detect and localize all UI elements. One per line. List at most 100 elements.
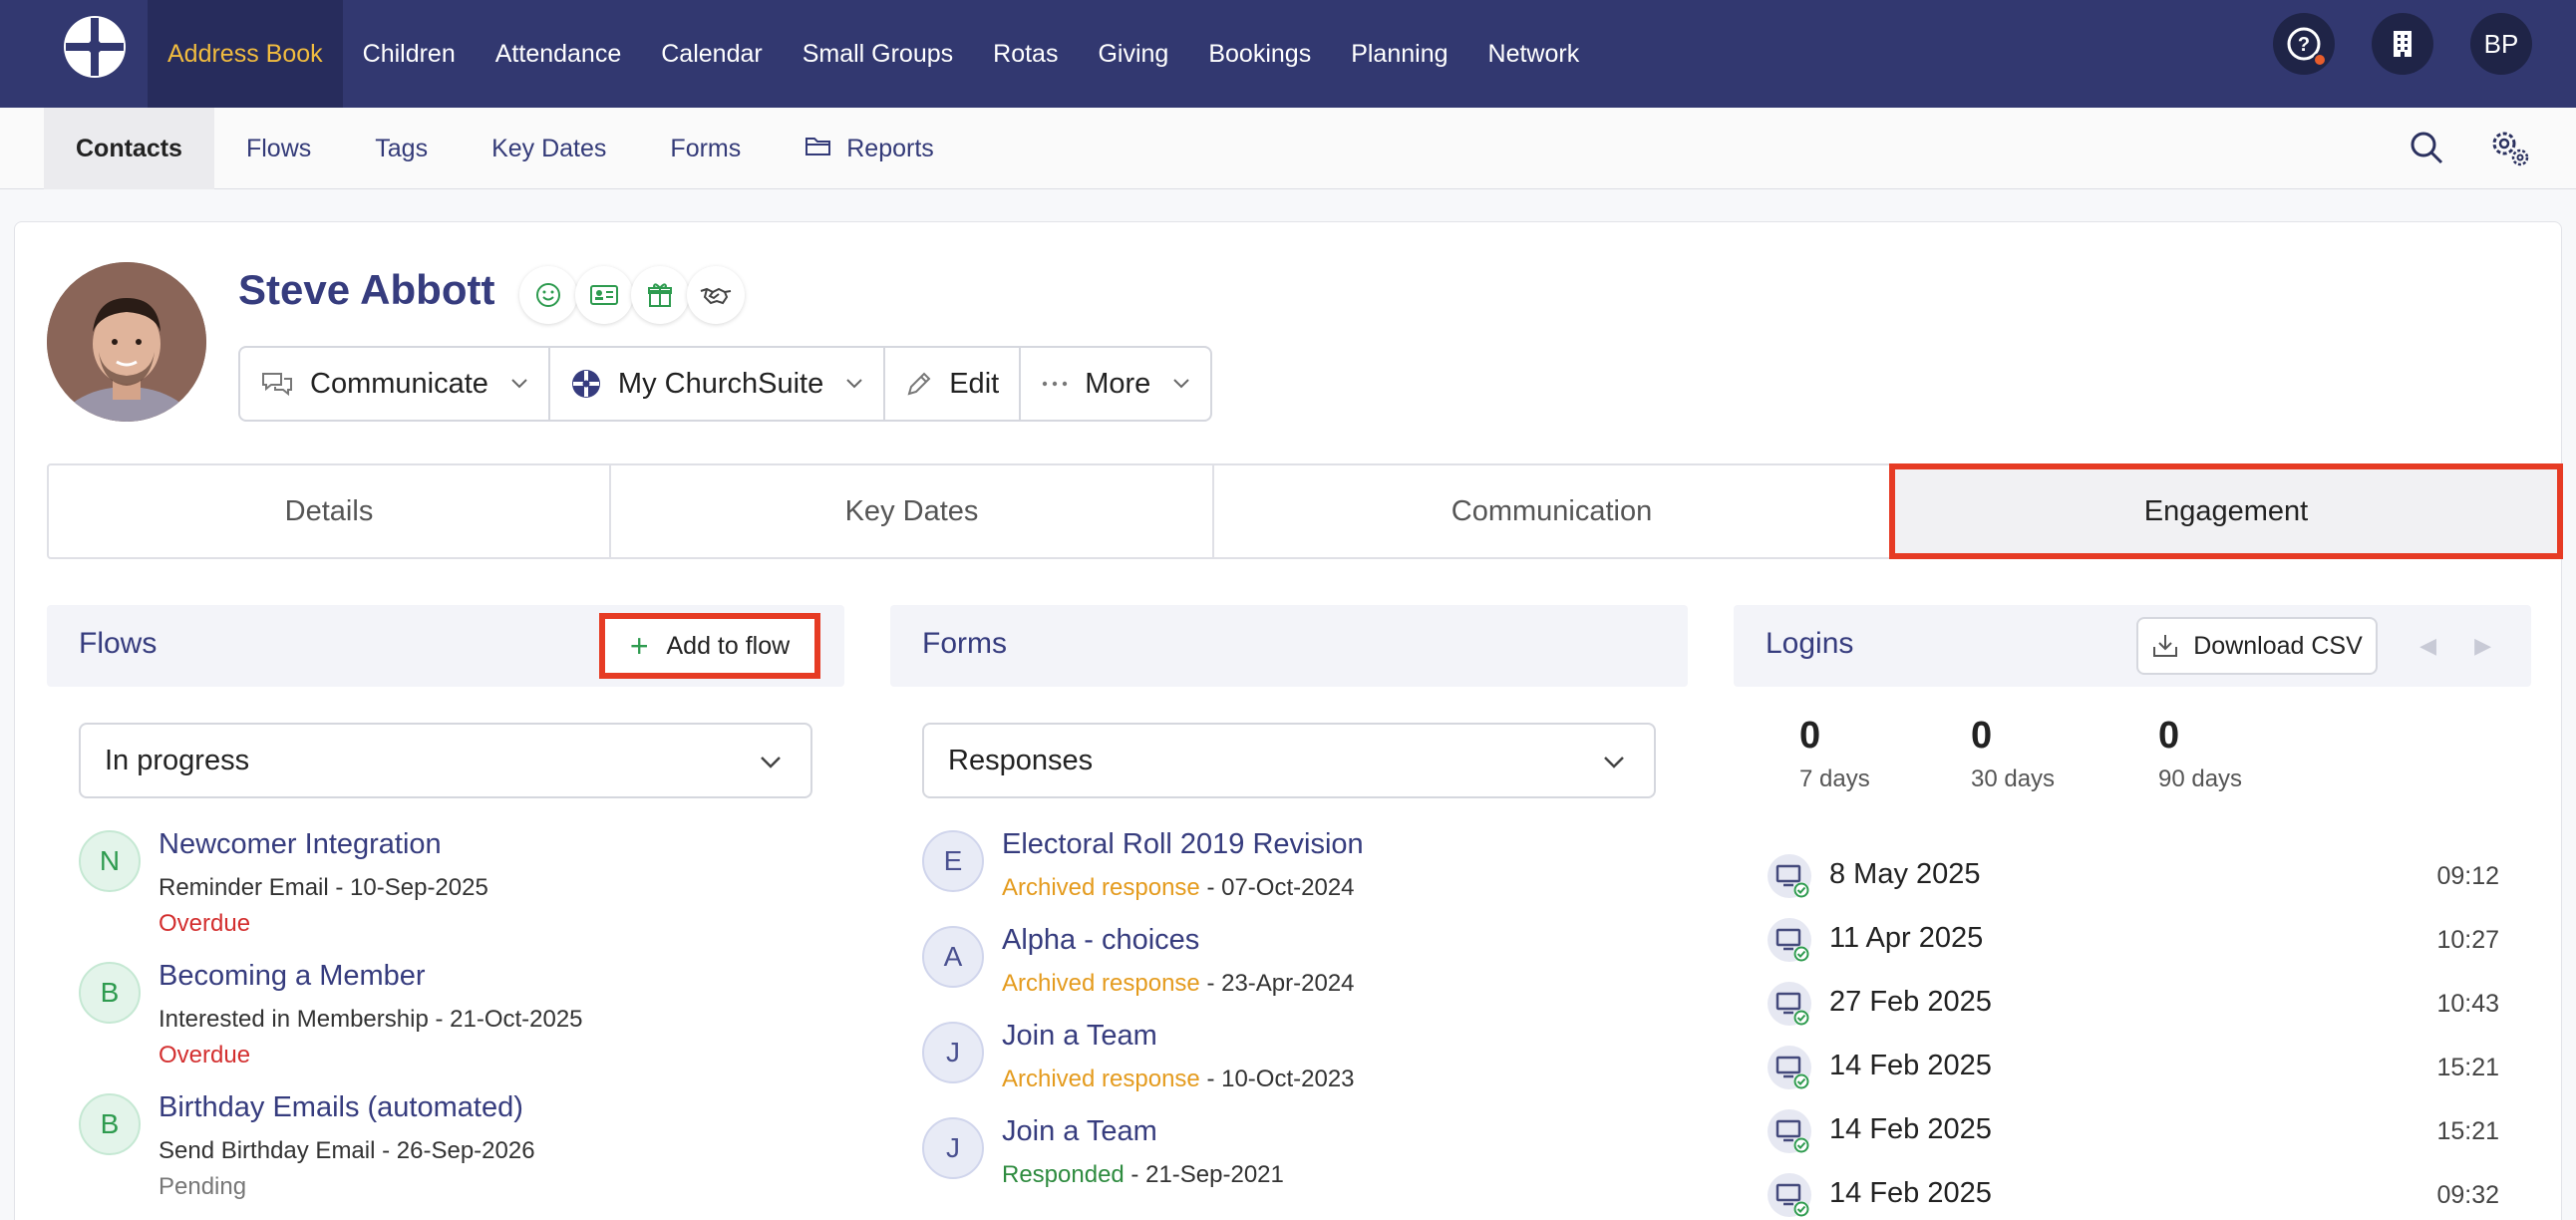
forms-header: Forms [890,605,1688,687]
chat-icon [260,370,294,398]
subnav-forms[interactable]: Forms [638,108,773,189]
chevron-down-icon [1172,378,1190,390]
form-title-link[interactable]: Join a Team [1002,1020,1157,1053]
flows-list: N Newcomer Integration Reminder Email - … [79,826,836,1220]
folder-icon [805,135,832,163]
nav-calendar[interactable]: Calendar [641,0,782,108]
subnav-contacts[interactable]: Contacts [44,108,214,189]
flow-title-link[interactable]: Becoming a Member [159,960,426,993]
my-churchsuite-button[interactable]: My ChurchSuite [550,348,886,420]
flows-title: Flows [79,627,158,660]
main-nav: Address Book Children Attendance Calenda… [148,0,1599,108]
help-button[interactable]: ? [2273,13,2335,75]
form-title-link[interactable]: Electoral Roll 2019 Revision [1002,828,1364,861]
edit-button[interactable]: Edit [885,348,1022,420]
nav-children[interactable]: Children [343,0,476,108]
form-response-info: Archived response - 10-Oct-2023 [1002,1066,1355,1093]
churchsuite-icon [570,368,602,400]
forms-panel: Forms Responses E Electoral Roll 2019 Re… [890,605,1688,1188]
form-title-link[interactable]: Alpha - choices [1002,924,1199,957]
communicate-button[interactable]: Communicate [240,348,550,420]
download-csv-button[interactable]: Download CSV [2136,617,2378,675]
my-churchsuite-label: My ChurchSuite [617,367,824,400]
contact-avatar [47,262,206,422]
form-date: - 21-Sep-2021 [1124,1161,1284,1188]
next-page-icon[interactable]: ▶ [2474,633,2491,659]
tab-engagement[interactable]: Engagement [1889,463,2563,559]
subnav-reports-label: Reports [846,134,934,162]
id-card-icon[interactable] [575,266,633,324]
tab-communication[interactable]: Communication [1214,465,1891,557]
pencil-icon [905,370,933,398]
form-date: - 07-Oct-2024 [1199,874,1355,901]
logins-list: 8 May 2025 09:12 11 Apr 2025 10:27 27 Fe… [1766,848,2499,1220]
flow-letter-badge: B [79,1093,141,1155]
login-date: 27 Feb 2025 [1829,986,1992,1018]
flows-header: Flows + Add to flow [47,605,844,687]
nav-attendance[interactable]: Attendance [476,0,642,108]
subnav-key-dates[interactable]: Key Dates [460,108,638,189]
more-button[interactable]: More [1021,348,1210,420]
search-button[interactable] [2405,126,2448,169]
form-letter-badge: J [922,1022,984,1083]
organisation-button[interactable] [2372,13,2433,75]
stat-label: 7 days [1799,765,1870,792]
login-date: 11 Apr 2025 [1829,922,1984,954]
list-item: J Join a Team Archived response - 10-Oct… [922,1018,1680,1113]
handshake-icon[interactable] [687,266,745,324]
notification-dot [2313,53,2327,67]
forms-filter-select[interactable]: Responses [922,723,1656,798]
previous-page-icon[interactable]: ◀ [2419,633,2436,659]
computer-login-icon [1768,918,1811,962]
subnav-tags[interactable]: Tags [343,108,460,189]
subnav-reports[interactable]: Reports [773,108,966,189]
login-stat-7-days: 0 7 days [1799,715,1870,793]
tab-details[interactable]: Details [49,465,611,557]
flow-title-link[interactable]: Birthday Emails (automated) [159,1091,523,1124]
list-item: N Newcomer Integration Reminder Email - … [79,826,836,958]
login-time: 15:21 [2436,1117,2499,1145]
churchsuite-logo-icon[interactable] [62,14,128,80]
nav-network[interactable]: Network [1468,0,1600,108]
smile-icon[interactable] [519,266,577,324]
tab-key-dates[interactable]: Key Dates [611,465,1214,557]
add-to-flow-button[interactable]: + Add to flow [599,613,820,679]
edit-label: Edit [949,367,1000,400]
subnav-flows[interactable]: Flows [214,108,343,189]
flow-title-link[interactable]: Newcomer Integration [159,828,442,861]
plus-icon: + [629,628,649,664]
login-date: 8 May 2025 [1829,858,1981,890]
user-avatar-button[interactable]: BP [2470,13,2532,75]
stat-value: 0 [1971,715,1993,757]
chevron-down-icon [759,747,783,784]
nav-small-groups[interactable]: Small Groups [783,0,973,108]
form-date: - 10-Oct-2023 [1199,1066,1355,1092]
nav-planning[interactable]: Planning [1331,0,1467,108]
nav-bookings[interactable]: Bookings [1188,0,1331,108]
login-row: 27 Feb 2025 10:43 [1766,976,2499,1040]
login-row: 14 Feb 2025 15:21 [1766,1040,2499,1103]
form-response-info: Responded - 21-Sep-2021 [1002,1161,1284,1189]
logins-panel: Logins Download CSV ◀ ▶ 0 7 days 0 30 da… [1734,605,2531,1217]
nav-address-book[interactable]: Address Book [148,0,343,108]
form-status: Archived response [1002,1066,1200,1092]
flow-step: Reminder Email - 10-Sep-2025 [159,874,488,901]
chevron-down-icon [1602,747,1626,784]
login-stats: 0 7 days 0 30 days 0 90 days [1766,715,2499,834]
nav-giving[interactable]: Giving [1078,0,1188,108]
list-item: B Becoming a Member Interested in Member… [79,958,836,1089]
contact-actions: Communicate My ChurchSuite Edit More [238,346,1213,422]
login-date: 14 Feb 2025 [1829,1177,1992,1209]
nav-rotas[interactable]: Rotas [973,0,1078,108]
flow-letter-badge: B [79,962,141,1024]
forms-filter-value: Responses [948,744,1094,776]
flows-filter-select[interactable]: In progress [79,723,812,798]
login-time: 10:27 [2436,926,2499,954]
gift-icon[interactable] [631,266,689,324]
form-title-link[interactable]: Join a Team [1002,1115,1157,1148]
contact-tabs: Details Key Dates Communication Engageme… [47,463,2563,559]
login-time: 10:43 [2436,990,2499,1018]
contact-card: Steve Abbott Communicate My ChurchSuite [14,221,2563,1220]
login-date: 14 Feb 2025 [1829,1050,1992,1081]
settings-button[interactable] [2488,126,2532,169]
